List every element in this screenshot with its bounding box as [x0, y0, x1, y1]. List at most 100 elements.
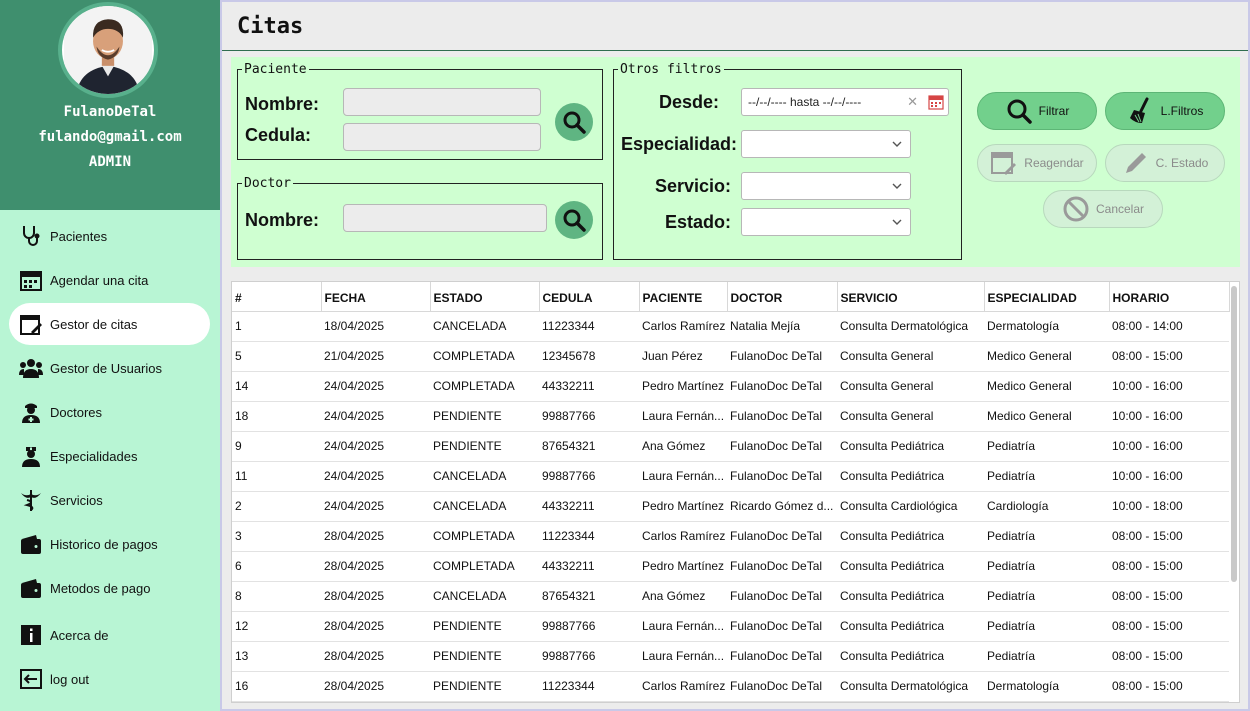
table-cell: 16 — [232, 671, 321, 702]
table-cell: 11223344 — [539, 311, 639, 342]
table-body: 1 18/04/2025 CANCELADA 11223344 Carlos Ramír… — [232, 311, 1229, 702]
table-cell: Consulta Pediátrica — [837, 581, 984, 612]
estado-select[interactable] — [741, 208, 911, 236]
avatar-portrait-icon — [64, 6, 152, 94]
table-cell: 99887766 — [539, 401, 639, 432]
clear-date-icon[interactable]: ✕ — [907, 95, 918, 110]
column-header[interactable]: SERVICIO — [837, 282, 985, 312]
reagendar-button[interactable]: Reagendar — [977, 144, 1097, 182]
user-email: fulando@gmail.com — [38, 129, 182, 145]
calendar-edit-icon — [991, 152, 1017, 175]
table-cell: COMPLETADA — [430, 551, 539, 582]
nav-label: Gestor de Usuarios — [50, 360, 162, 376]
wallet-icon — [19, 532, 43, 556]
filtrar-button[interactable]: Filtrar — [977, 92, 1097, 130]
calendar-icon[interactable] — [928, 94, 944, 110]
nav-item-gestor-citas[interactable]: Gestor de citas — [9, 303, 210, 345]
table-cell: 44332211 — [539, 371, 639, 402]
citas-table-container: # FECHA ESTADO CEDULA PACIENTE DOCTOR SERVICIO… — [231, 281, 1240, 703]
doctor-search-button[interactable] — [555, 201, 593, 239]
nav-item-doctores[interactable]: Doctores — [9, 391, 210, 433]
column-header[interactable]: DOCTOR — [727, 282, 838, 312]
table-scrollbar[interactable] — [1231, 286, 1237, 582]
limpiar-filtros-button[interactable]: L.Filtros — [1105, 92, 1225, 130]
table-cell: 28/04/2025 — [321, 521, 430, 552]
column-header[interactable]: ESTADO — [430, 282, 540, 312]
table-cell: 11223344 — [539, 521, 639, 552]
table-cell: Consulta Dermatológica — [837, 311, 984, 342]
table-cell: 12345678 — [539, 341, 639, 372]
table-row[interactable]: 14 24/04/2025 COMPLETADA 44332211 Pedro Mart… — [232, 371, 1229, 402]
cancelar-button[interactable]: Cancelar — [1043, 190, 1163, 228]
table-cell: FulanoDoc DeTal — [727, 341, 837, 372]
date-range-picker[interactable]: --/--/---- hasta --/--/---- ✕ — [741, 88, 949, 116]
nav-label: Gestor de citas — [50, 316, 138, 332]
column-header[interactable]: # — [232, 282, 322, 312]
column-header[interactable]: ESPECIALIDAD — [984, 282, 1110, 312]
table-row[interactable]: 11 24/04/2025 CANCELADA 99887766 Laura Ferná… — [232, 461, 1229, 492]
table-cell: Pediatría — [984, 461, 1109, 492]
nav-item-acerca-de[interactable]: Acerca de — [9, 614, 210, 656]
nav-item-gestor-usuarios[interactable]: Gestor de Usuarios — [9, 347, 210, 389]
paciente-nombre-input[interactable] — [343, 88, 541, 116]
table-row[interactable]: 18 24/04/2025 PENDIENTE 99887766 Laura Ferná… — [232, 401, 1229, 432]
servicio-select[interactable] — [741, 172, 911, 200]
nav-item-servicios[interactable]: Servicios — [9, 479, 210, 521]
paciente-search-button[interactable] — [555, 103, 593, 141]
table-row[interactable]: 2 24/04/2025 CANCELADA 44332211 Pedro Martín… — [232, 491, 1229, 522]
table-row[interactable]: 3 28/04/2025 COMPLETADA 11223344 Carlos Ramí… — [232, 521, 1229, 552]
nav-item-metodos-pago[interactable]: Metodos de pago — [9, 567, 210, 609]
paciente-cedula-label: Cedula: — [245, 125, 312, 145]
nav-item-pacientes[interactable]: Pacientes — [9, 215, 210, 257]
table-row[interactable]: 8 28/04/2025 CANCELADA 87654321 Ana Gómez Ful… — [232, 581, 1229, 612]
table-cell: 11223344 — [539, 671, 639, 702]
table-cell: Consulta Pediátrica — [837, 641, 984, 672]
table-cell: COMPLETADA — [430, 521, 539, 552]
calendar-icon — [19, 268, 43, 292]
table-row[interactable]: 16 28/04/2025 PENDIENTE 11223344 Carlos Ramí… — [232, 671, 1229, 702]
table-cell: Laura Fernán... — [639, 641, 727, 672]
column-header[interactable]: PACIENTE — [639, 282, 728, 312]
table-cell: 1 — [232, 311, 321, 342]
table-cell: FulanoDoc DeTal — [727, 641, 837, 672]
avatar — [58, 2, 158, 98]
paciente-cedula-input[interactable] — [343, 123, 541, 151]
column-header[interactable]: FECHA — [321, 282, 431, 312]
table-cell: 24/04/2025 — [321, 491, 430, 522]
column-header[interactable]: CEDULA — [539, 282, 640, 312]
table-cell: COMPLETADA — [430, 371, 539, 402]
table-cell: Dermatología — [984, 671, 1109, 702]
table-cell: Consulta General — [837, 341, 984, 372]
nav-item-historico-pagos[interactable]: Historico de pagos — [9, 523, 210, 565]
doctor-icon — [19, 400, 43, 424]
paciente-nombre-label: Nombre: — [245, 94, 320, 114]
date-range-value: --/--/---- hasta --/--/---- — [748, 95, 862, 109]
table-row[interactable]: 6 28/04/2025 COMPLETADA 44332211 Pedro Martí… — [232, 551, 1229, 582]
table-cell: CANCELADA — [430, 491, 539, 522]
table-cell: Consulta Dermatológica — [837, 671, 984, 702]
table-cell: Medico General — [984, 371, 1109, 402]
nav-item-especialidades[interactable]: Especialidades — [9, 435, 210, 477]
calendar-edit-icon — [19, 312, 43, 336]
table-cell: Pedro Martínez — [639, 491, 727, 522]
doctor-nombre-input[interactable] — [343, 204, 547, 232]
table-row[interactable]: 5 21/04/2025 COMPLETADA 12345678 Juan Pérez F… — [232, 341, 1229, 372]
table-row[interactable]: 1 18/04/2025 CANCELADA 11223344 Carlos Ramír… — [232, 311, 1229, 342]
table-row[interactable]: 13 28/04/2025 PENDIENTE 99887766 Laura Ferná… — [232, 641, 1229, 672]
chevron-down-icon — [892, 183, 902, 189]
column-header[interactable]: HORARIO — [1109, 282, 1230, 312]
nav-label: Historico de pagos — [50, 536, 158, 552]
table-cell: 10:00 - 16:00 — [1109, 431, 1229, 462]
nav-item-log-out[interactable]: log out — [9, 658, 210, 700]
nav-item-agendar-cita[interactable]: Agendar una cita — [9, 259, 210, 301]
table-row[interactable]: 12 28/04/2025 PENDIENTE 99887766 Laura Ferná… — [232, 611, 1229, 642]
table-cell: Ricardo Gómez d... — [727, 491, 837, 522]
especialidad-select[interactable] — [741, 130, 911, 158]
table-row[interactable]: 9 24/04/2025 PENDIENTE 87654321 Ana Gómez Ful… — [232, 431, 1229, 462]
logout-icon — [19, 667, 43, 691]
table-cell: 28/04/2025 — [321, 551, 430, 582]
table-cell: 2 — [232, 491, 321, 522]
table-cell: FulanoDoc DeTal — [727, 401, 837, 432]
cambiar-estado-button[interactable]: C. Estado — [1105, 144, 1225, 182]
table-cell: 28/04/2025 — [321, 671, 430, 702]
